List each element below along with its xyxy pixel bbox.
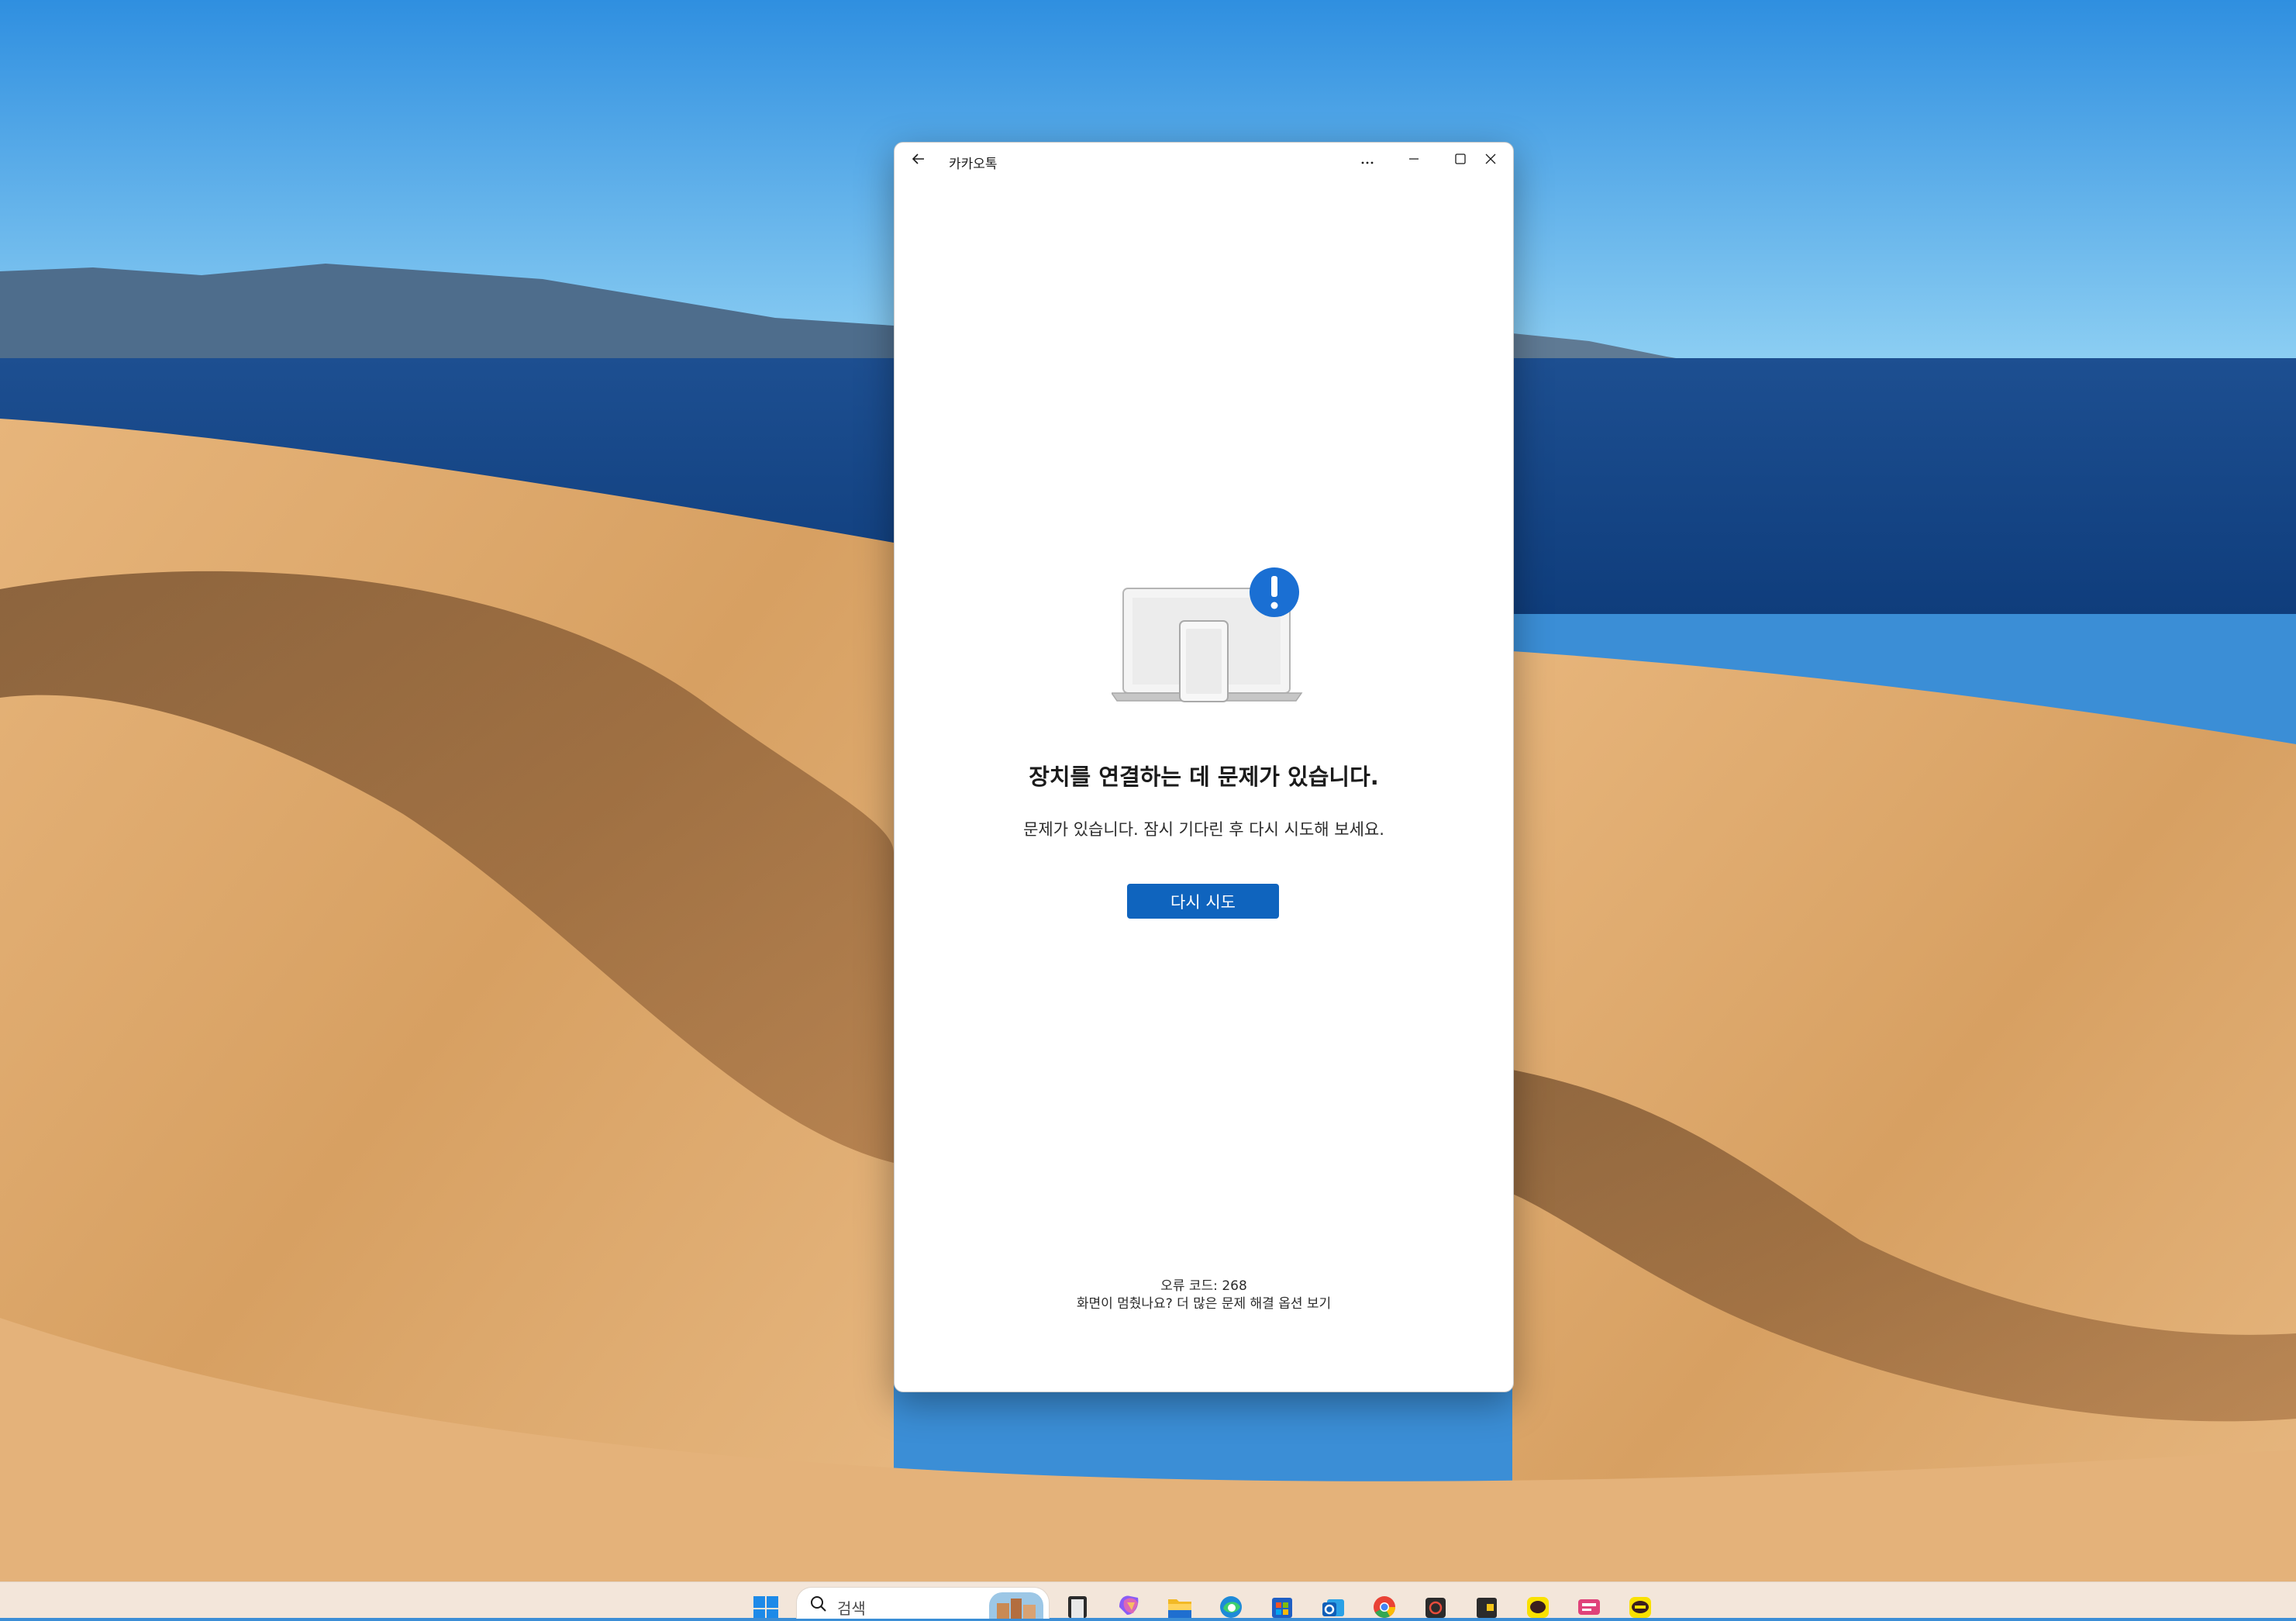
troubleshooting-link[interactable]: 화면이 멈췄나요? 더 많은 문제 해결 옵션 보기 [895, 1292, 1513, 1312]
back-button[interactable] [905, 147, 932, 174]
taskbar-file-explorer[interactable] [1163, 1587, 1197, 1618]
microsoft-store-icon [1268, 1587, 1296, 1621]
app-icon [1422, 1587, 1450, 1621]
taskbar-edge[interactable] [1214, 1587, 1248, 1618]
title-bar: 카카오톡 [895, 143, 1513, 178]
minimize-icon [1408, 153, 1420, 168]
error-message: 문제가 있습니다. 잠시 기다린 후 다시 시도해 보세요. [1023, 820, 1384, 839]
kakaotalk-window: 카카오톡 장치를 연결하는 데 문제가 있습니다. 문제가 있습니다. 잠시 기… [894, 142, 1514, 1392]
taskbar-app[interactable] [1419, 1587, 1453, 1618]
taskbar: 검색 [0, 1581, 2296, 1619]
chat-app-icon [1575, 1587, 1603, 1621]
error-heading: 장치를 연결하는 데 문제가 있습니다. [1029, 764, 1379, 790]
edge-icon [1217, 1587, 1245, 1621]
more-options-button[interactable] [1344, 143, 1391, 178]
windows-start-button[interactable] [749, 1587, 783, 1618]
taskbar-task-view[interactable] [1060, 1587, 1095, 1618]
copilot-icon [1115, 1587, 1143, 1621]
retry-button[interactable]: 다시 시도 [1127, 884, 1279, 919]
window-title: 카카오톡 [949, 157, 998, 172]
minimize-button[interactable] [1391, 143, 1437, 178]
kakaotalk-icon [1524, 1587, 1552, 1621]
close-button[interactable] [1468, 143, 1513, 178]
taskbar-microsoft-store[interactable] [1265, 1587, 1299, 1618]
chrome-icon [1370, 1587, 1398, 1621]
close-icon [1484, 153, 1497, 168]
taskbar-sticky-app[interactable] [1470, 1587, 1504, 1618]
taskbar-chat-app[interactable] [1572, 1587, 1606, 1618]
sticky-app-icon [1473, 1587, 1501, 1621]
outlook-icon [1319, 1587, 1347, 1621]
more-horizontal-icon [1360, 153, 1374, 168]
taskbar-kakaotalk-talk[interactable] [1623, 1587, 1657, 1618]
device-connection-error-icon [1110, 565, 1313, 705]
maximize-icon [1454, 153, 1467, 168]
arrow-left-icon [911, 151, 926, 170]
taskbar-chrome[interactable] [1367, 1587, 1401, 1618]
search-placeholder: 검색 [837, 1599, 866, 1618]
task-view-icon [1064, 1587, 1091, 1621]
taskbar-search[interactable]: 검색 [796, 1587, 1050, 1619]
taskbar-copilot[interactable] [1112, 1587, 1146, 1618]
search-icon [809, 1595, 828, 1616]
search-highlight-image [989, 1592, 1043, 1619]
kakaotalk-talk-icon [1626, 1587, 1654, 1621]
windows-start-icon [752, 1587, 780, 1621]
file-explorer-icon [1166, 1587, 1194, 1621]
taskbar-kakaotalk[interactable] [1521, 1587, 1555, 1618]
taskbar-outlook[interactable] [1316, 1587, 1350, 1618]
error-code: 오류 코드: 268 [1160, 1278, 1247, 1294]
